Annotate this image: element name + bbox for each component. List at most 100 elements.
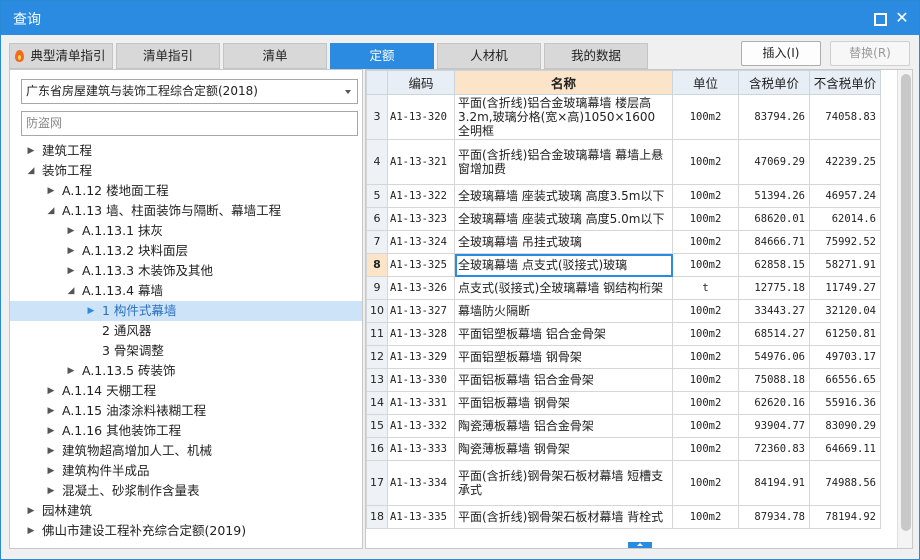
name-cell[interactable]: 平面(含折线)铝合金玻璃幕墙 楼层高3.2m,玻璃分格(宽×高)1050×160… xyxy=(454,94,673,140)
col-header-unit[interactable]: 单位 xyxy=(672,70,739,95)
code-cell[interactable]: A1-13-320 xyxy=(387,94,455,140)
notax-price-cell[interactable]: 32120.04 xyxy=(809,299,881,323)
col-header-code[interactable]: 编码 xyxy=(387,70,455,95)
table-row[interactable]: 4 A1-13-321 平面(含折线)铝合金玻璃幕墙 幕墙上悬窗增加费 100m2 47… xyxy=(366,139,881,185)
expand-arrow-icon[interactable]: ▶ xyxy=(46,421,56,441)
table-row[interactable]: 9 A1-13-326 点支式(驳接式)全玻璃幕墙 钢结构桁架 t 12775.18 11… xyxy=(366,276,881,300)
expand-arrow-icon[interactable]: ▶ xyxy=(46,461,56,481)
name-cell[interactable]: 陶瓷薄板幕墙 钢骨架 xyxy=(454,437,673,461)
notax-price-cell[interactable]: 78194.92 xyxy=(809,505,881,529)
notax-price-cell[interactable]: 74058.83 xyxy=(809,94,881,140)
tax-price-cell[interactable]: 33443.27 xyxy=(738,299,810,323)
notax-price-cell[interactable]: 49703.17 xyxy=(809,345,881,369)
notax-price-cell[interactable]: 83090.29 xyxy=(809,414,881,438)
tax-price-cell[interactable]: 75088.18 xyxy=(738,368,810,392)
code-cell[interactable]: A1-13-335 xyxy=(387,505,455,529)
maximize-icon[interactable] xyxy=(871,10,887,26)
table-row[interactable]: 16 A1-13-333 陶瓷薄板幕墙 钢骨架 100m2 72360.83 64669.… xyxy=(366,437,881,461)
tree-node[interactable]: ◢ A.1.13.4 幕墙 xyxy=(10,281,362,301)
code-cell[interactable]: A1-13-328 xyxy=(387,322,455,346)
notax-price-cell[interactable]: 61250.81 xyxy=(809,322,881,346)
expand-arrow-icon[interactable]: ▶ xyxy=(66,261,76,281)
table-row[interactable]: 17 A1-13-334 平面(含折线)钢骨架石板材幕墙 短槽支承式 100m2 841… xyxy=(366,460,881,506)
table-row[interactable]: 10 A1-13-327 幕墙防火隔断 100m2 33443.27 32120.04 xyxy=(366,299,881,323)
unit-cell[interactable]: 100m2 xyxy=(672,94,739,140)
tree-node[interactable]: ▶ A.1.15 油漆涂料裱糊工程 xyxy=(10,401,362,421)
row-number[interactable]: 13 xyxy=(366,368,388,392)
expand-arrow-icon[interactable]: ▶ xyxy=(46,481,56,501)
expand-arrow-icon[interactable]: ▶ xyxy=(66,361,76,381)
notax-price-cell[interactable]: 42239.25 xyxy=(809,139,881,185)
tax-price-cell[interactable]: 68620.01 xyxy=(738,207,810,231)
table-row[interactable]: 7 A1-13-324 全玻璃幕墙 吊挂式玻璃 100m2 84666.71 75992.… xyxy=(366,230,881,254)
tab-bill[interactable]: 清单 xyxy=(223,43,327,69)
tree-node[interactable]: ▶ 1 构件式幕墙 xyxy=(10,301,362,321)
tree-node[interactable]: ▶ 园林建筑 xyxy=(10,501,362,521)
notax-price-cell[interactable]: 55916.36 xyxy=(809,391,881,415)
row-number[interactable]: 5 xyxy=(366,184,388,208)
unit-cell[interactable]: 100m2 xyxy=(672,505,739,529)
tax-price-cell[interactable]: 93904.77 xyxy=(738,414,810,438)
tree-node[interactable]: 2 通风器 xyxy=(10,321,362,341)
row-number[interactable]: 17 xyxy=(366,460,388,506)
unit-cell[interactable]: 100m2 xyxy=(672,299,739,323)
tab-my-data[interactable]: 我的数据 xyxy=(544,43,648,69)
vertical-scrollbar[interactable] xyxy=(897,70,912,548)
row-number[interactable]: 10 xyxy=(366,299,388,323)
tax-price-cell[interactable]: 62858.15 xyxy=(738,253,810,277)
tab-quota[interactable]: 定额 xyxy=(330,43,434,69)
code-cell[interactable]: A1-13-329 xyxy=(387,345,455,369)
close-icon[interactable]: ✕ xyxy=(894,10,910,26)
unit-cell[interactable]: t xyxy=(672,276,739,300)
code-cell[interactable]: A1-13-323 xyxy=(387,207,455,231)
notax-price-cell[interactable]: 66556.65 xyxy=(809,368,881,392)
row-number[interactable]: 14 xyxy=(366,391,388,415)
code-cell[interactable]: A1-13-321 xyxy=(387,139,455,185)
table-row[interactable]: 12 A1-13-329 平面铝塑板幕墙 钢骨架 100m2 54976.06 49703… xyxy=(366,345,881,369)
table-row[interactable]: 5 A1-13-322 全玻璃幕墙 座装式玻璃 高度3.5m以下 100m2 51394… xyxy=(366,184,881,208)
library-select[interactable]: 广东省房屋建筑与装饰工程综合定额(2018) xyxy=(21,79,358,104)
expand-arrow-icon[interactable]: ▶ xyxy=(46,401,56,421)
tax-price-cell[interactable]: 84666.71 xyxy=(738,230,810,254)
row-number[interactable]: 3 xyxy=(366,94,388,140)
tax-price-cell[interactable]: 54976.06 xyxy=(738,345,810,369)
table-row[interactable]: 6 A1-13-323 全玻璃幕墙 座装式玻璃 高度5.0m以下 100m2 68620… xyxy=(366,207,881,231)
tab-typical-bill-guide[interactable]: 典型清单指引 xyxy=(9,43,113,69)
unit-cell[interactable]: 100m2 xyxy=(672,460,739,506)
name-cell[interactable]: 平面(含折线)钢骨架石板材幕墙 背栓式 xyxy=(454,505,673,529)
unit-cell[interactable]: 100m2 xyxy=(672,345,739,369)
tree-node[interactable]: ▶ A.1.13.5 砖装饰 xyxy=(10,361,362,381)
code-cell[interactable]: A1-13-331 xyxy=(387,391,455,415)
tree-node[interactable]: ▶ 建筑构件半成品 xyxy=(10,461,362,481)
table-row[interactable]: 11 A1-13-328 平面铝塑板幕墙 铝合金骨架 100m2 68514.27 612… xyxy=(366,322,881,346)
tax-price-cell[interactable]: 72360.83 xyxy=(738,437,810,461)
expand-arrow-icon[interactable]: ▶ xyxy=(46,381,56,401)
unit-cell[interactable]: 100m2 xyxy=(672,391,739,415)
tax-price-cell[interactable]: 47069.29 xyxy=(738,139,810,185)
name-cell[interactable]: 平面(含折线)铝合金玻璃幕墙 幕墙上悬窗增加费 xyxy=(454,139,673,185)
unit-cell[interactable]: 100m2 xyxy=(672,414,739,438)
table-row[interactable]: 14 A1-13-331 平面铝板幕墙 钢骨架 100m2 62620.16 55916.… xyxy=(366,391,881,415)
tax-price-cell[interactable]: 83794.26 xyxy=(738,94,810,140)
name-cell[interactable]: 平面铝板幕墙 铝合金骨架 xyxy=(454,368,673,392)
table-row[interactable]: 18 A1-13-335 平面(含折线)钢骨架石板材幕墙 背栓式 100m2 87934… xyxy=(366,505,881,529)
code-cell[interactable]: A1-13-322 xyxy=(387,184,455,208)
row-number[interactable]: 16 xyxy=(366,437,388,461)
expand-arrow-icon[interactable]: ▶ xyxy=(46,441,56,461)
tree-node[interactable]: ▶ 混凝土、砂浆制作含量表 xyxy=(10,481,362,501)
name-cell[interactable]: 全玻璃幕墙 座装式玻璃 高度5.0m以下 xyxy=(454,207,673,231)
code-cell[interactable]: A1-13-332 xyxy=(387,414,455,438)
unit-cell[interactable]: 100m2 xyxy=(672,437,739,461)
notax-price-cell[interactable]: 46957.24 xyxy=(809,184,881,208)
scrollbar-thumb[interactable] xyxy=(901,74,911,531)
row-number[interactable]: 15 xyxy=(366,414,388,438)
notax-price-cell[interactable]: 11749.27 xyxy=(809,276,881,300)
unit-cell[interactable]: 100m2 xyxy=(672,253,739,277)
tax-price-cell[interactable]: 12775.18 xyxy=(738,276,810,300)
col-header-tax-price[interactable]: 含税单价 xyxy=(738,70,810,95)
name-cell[interactable]: 平面铝塑板幕墙 铝合金骨架 xyxy=(454,322,673,346)
unit-cell[interactable]: 100m2 xyxy=(672,184,739,208)
table-row[interactable]: 13 A1-13-330 平面铝板幕墙 铝合金骨架 100m2 75088.18 6655… xyxy=(366,368,881,392)
expand-arrow-icon[interactable]: ▶ xyxy=(26,521,36,541)
name-cell[interactable]: 陶瓷薄板幕墙 铝合金骨架 xyxy=(454,414,673,438)
